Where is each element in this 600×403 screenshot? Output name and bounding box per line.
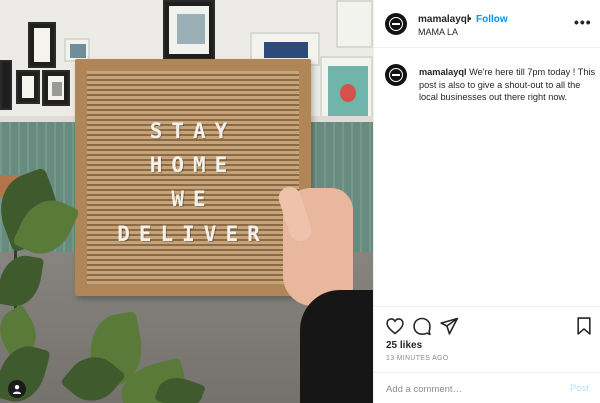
wall-frame xyxy=(16,70,40,104)
post-comment-button[interactable]: Post xyxy=(570,383,589,394)
bookmark-icon[interactable] xyxy=(574,316,594,336)
letter-board-text: STAY HOME WE DELIVER xyxy=(87,71,299,284)
post-actions: 25 likes 13 MINUTES AGO Post xyxy=(374,306,600,403)
letter-board: STAY HOME WE DELIVER xyxy=(75,59,311,296)
wall-frame xyxy=(163,0,215,60)
board-line: STAY xyxy=(149,119,237,143)
post-photo[interactable]: STAY HOME WE DELIVER xyxy=(0,0,373,403)
comment-icon[interactable] xyxy=(412,316,432,336)
paper-plane-icon[interactable] xyxy=(439,316,459,336)
profile-avatar[interactable] xyxy=(385,13,407,35)
post-timestamp[interactable]: 13 MINUTES AGO xyxy=(386,355,449,362)
heart-icon[interactable] xyxy=(385,316,405,336)
location-link[interactable]: MAMA LA xyxy=(418,27,458,37)
caption-avatar[interactable] xyxy=(385,64,407,86)
follow-separator: • xyxy=(468,14,472,25)
post-caption: mamalayql We're here till 7pm today ! Th… xyxy=(419,66,597,104)
header-username[interactable]: mamalayql xyxy=(418,14,470,25)
post-sidebar: mamalayql • Follow MAMA LA ••• mamalayql… xyxy=(373,0,600,403)
wall-frame xyxy=(336,0,373,48)
comment-input[interactable] xyxy=(386,381,556,397)
caption-username[interactable]: mamalayql xyxy=(419,67,467,77)
board-line: WE xyxy=(171,187,215,211)
sleeve xyxy=(300,290,373,403)
wall-frame xyxy=(28,22,56,68)
board-line: HOME xyxy=(149,153,237,177)
comments-section: mamalayql We're here till 7pm today ! Th… xyxy=(374,48,600,306)
board-line: DELIVER xyxy=(117,222,269,246)
add-comment-row: Post xyxy=(374,372,600,403)
wall-frame xyxy=(42,70,70,106)
more-horizontal-icon[interactable]: ••• xyxy=(574,14,592,30)
user-tag-icon[interactable] xyxy=(8,380,26,398)
follow-button[interactable]: Follow xyxy=(476,14,508,25)
likes-count[interactable]: 25 likes xyxy=(386,340,422,351)
wall-frame xyxy=(0,60,12,110)
post-header: mamalayql • Follow MAMA LA ••• xyxy=(374,0,600,48)
